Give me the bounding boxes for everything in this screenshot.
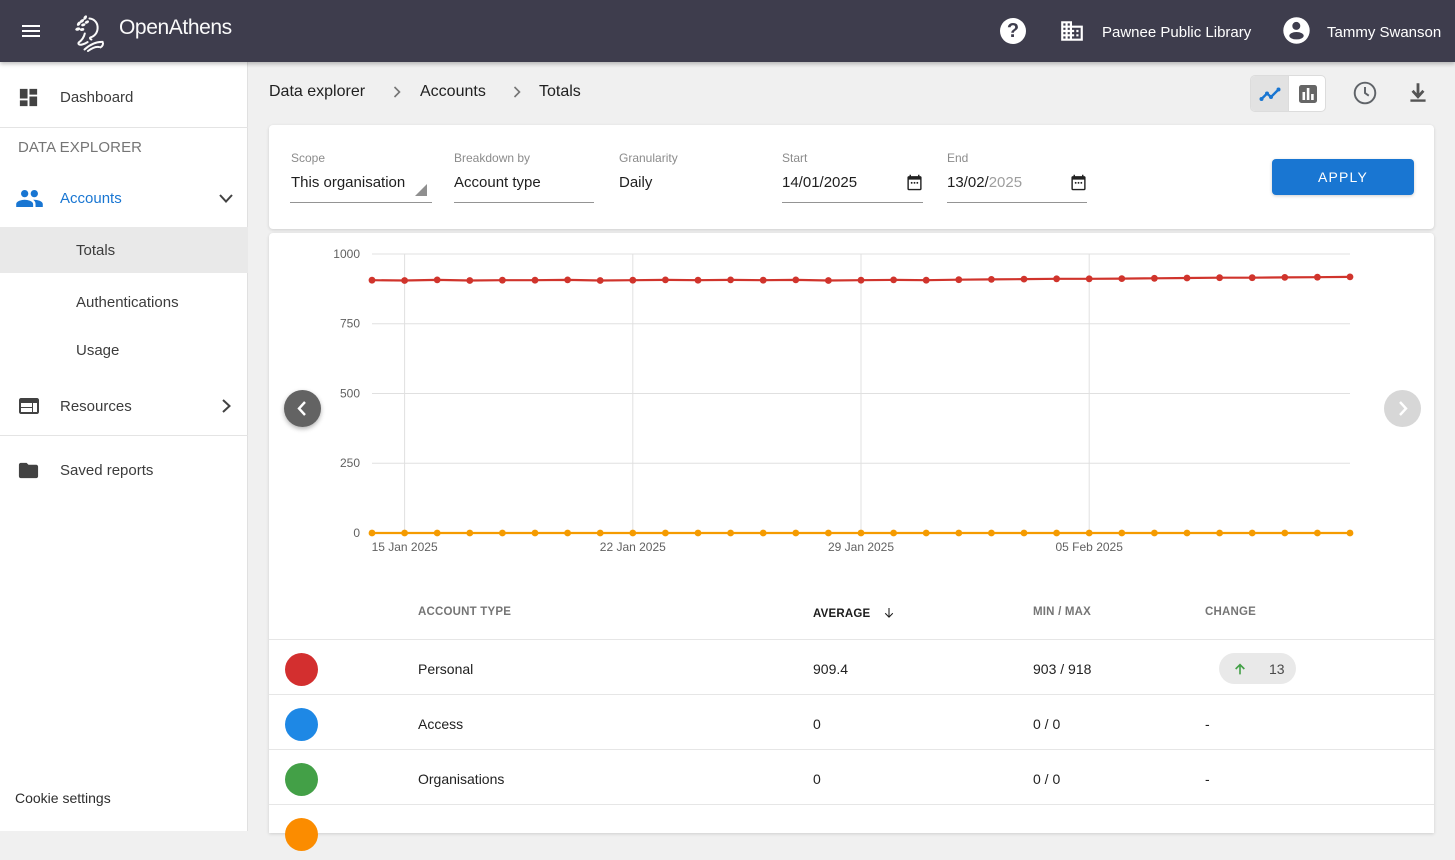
svg-text:1000: 1000	[333, 247, 360, 261]
svg-text:29 Jan 2025: 29 Jan 2025	[828, 540, 894, 554]
svg-text:250: 250	[340, 456, 360, 470]
svg-text:750: 750	[340, 317, 360, 331]
svg-text:15 Jan 2025: 15 Jan 2025	[372, 540, 438, 554]
svg-text:0: 0	[353, 526, 360, 540]
svg-text:500: 500	[340, 387, 360, 401]
svg-text:05 Feb 2025: 05 Feb 2025	[1056, 540, 1124, 554]
svg-text:22 Jan 2025: 22 Jan 2025	[600, 540, 666, 554]
